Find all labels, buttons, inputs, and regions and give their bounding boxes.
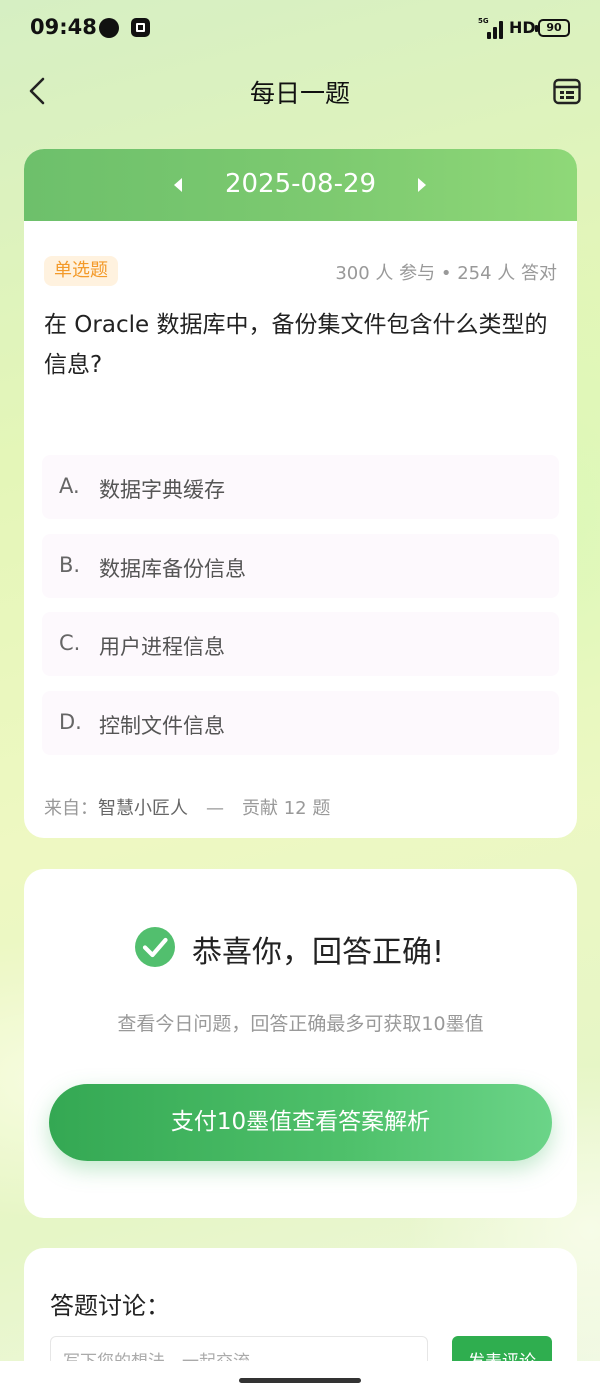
- option-d[interactable]: D. 控制文件信息: [42, 691, 559, 755]
- question-source: 来自：智慧小匠人 — 贡献 12 题: [44, 794, 330, 820]
- app-notification-icon: [131, 18, 150, 37]
- option-letter: C.: [59, 631, 81, 655]
- option-letter: B.: [59, 553, 81, 577]
- discussion-title: 答题讨论：: [50, 1292, 170, 1320]
- home-indicator[interactable]: [239, 1378, 361, 1383]
- check-circle-icon: [135, 927, 175, 967]
- battery-icon: 90: [535, 19, 570, 37]
- option-letter: D.: [59, 710, 82, 734]
- network-type: 5G: [478, 17, 489, 25]
- question-text: 在 Oracle 数据库中，备份集文件包含什么类型的信息?: [44, 312, 548, 378]
- question-date: 2025-08-29: [224, 169, 377, 199]
- question-card: 2025-08-29 单选题 300 人 参与 • 254 人 答对 在 Ora…: [24, 149, 577, 838]
- result-card: 恭喜你，回答正确! 查看今日问题，回答正确最多可获取10墨值 支付10墨值查看答…: [24, 869, 577, 1218]
- hd-indicator: HD: [509, 18, 536, 37]
- chevron-left-icon[interactable]: [24, 76, 54, 106]
- result-description: 查看今日问题，回答正确最多可获取10墨值: [117, 1013, 484, 1035]
- triangle-right-icon[interactable]: [415, 176, 429, 194]
- calendar-icon[interactable]: [552, 76, 582, 106]
- question-type-badge: 单选题: [44, 256, 118, 286]
- chat-notification-icon: [99, 18, 119, 38]
- option-c[interactable]: C. 用户进程信息: [42, 612, 559, 676]
- option-a[interactable]: A. 数据字典缓存: [42, 455, 559, 519]
- source-prefix: 来自：: [44, 798, 98, 819]
- source-contribution: — 贡献 12 题: [206, 798, 331, 819]
- option-text: 数据库备份信息: [99, 557, 246, 581]
- signal-icon: 5G: [478, 17, 504, 39]
- nav-bar: 每日一题: [0, 58, 600, 124]
- source-author[interactable]: 智慧小匠人: [98, 798, 188, 819]
- pay-view-answer-button[interactable]: 支付10墨值查看答案解析: [49, 1084, 552, 1161]
- option-b[interactable]: B. 数据库备份信息: [42, 534, 559, 598]
- result-title: 恭喜你，回答正确!: [192, 935, 445, 970]
- date-header: 2025-08-29: [24, 149, 577, 221]
- status-bar: 09:48 5G HD 90: [0, 0, 600, 58]
- option-letter: A.: [59, 474, 80, 498]
- question-stats: 300 人 参与 • 254 人 答对: [335, 263, 557, 284]
- page-title: 每日一题: [249, 79, 350, 108]
- option-text: 数据字典缓存: [99, 478, 225, 502]
- status-time: 09:48: [30, 15, 97, 39]
- option-text: 用户进程信息: [99, 635, 225, 659]
- gesture-bar: [0, 1361, 600, 1400]
- option-text: 控制文件信息: [99, 714, 225, 738]
